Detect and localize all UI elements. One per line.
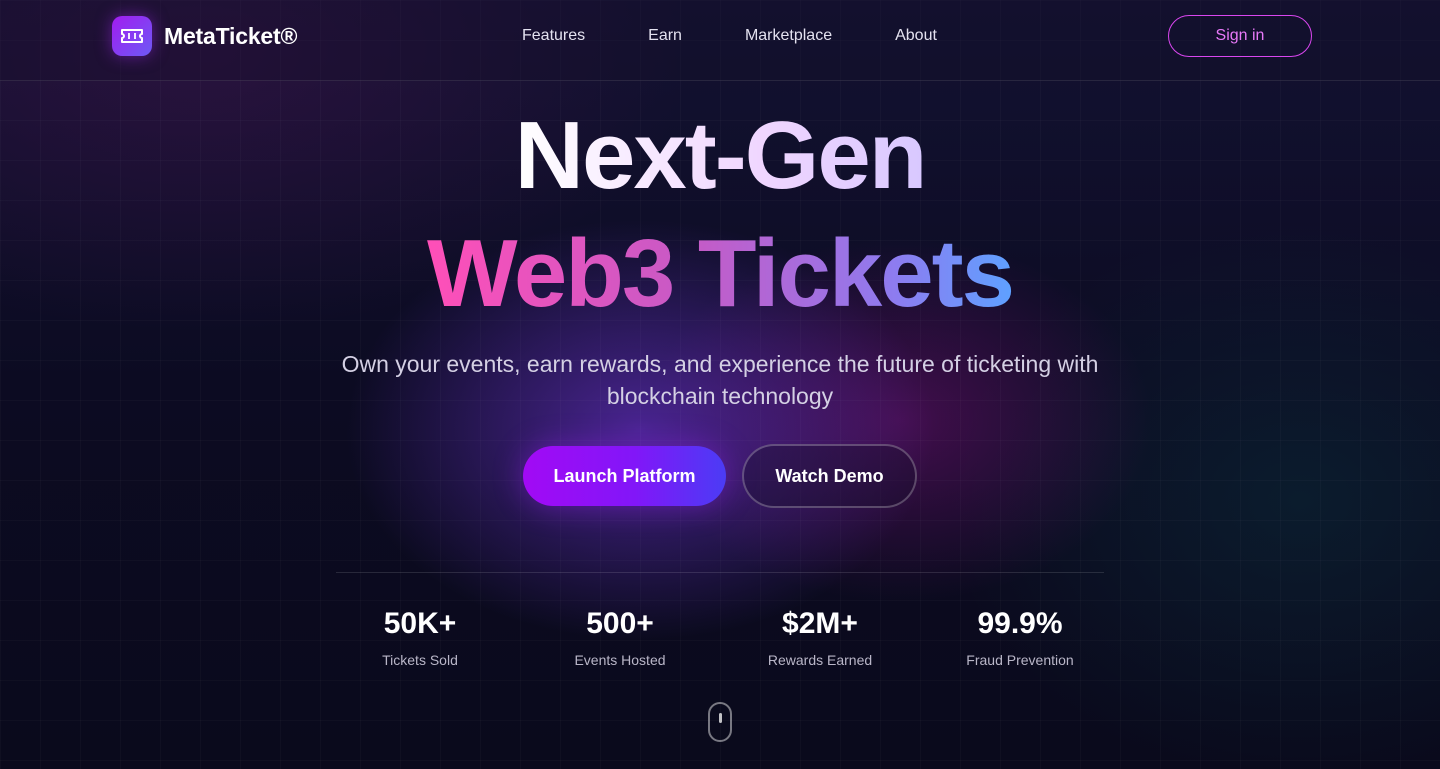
stat-rewards-earned: $2M+ Rewards Earned <box>720 604 920 668</box>
stat-label: Rewards Earned <box>767 652 873 668</box>
nav-item-about[interactable]: About <box>895 24 937 48</box>
stats-divider <box>336 572 1104 573</box>
hero-subtitle: Own your events, earn rewards, and exper… <box>341 351 1099 409</box>
top-navbar: MetaTicket® Features Earn Marketplace Ab… <box>0 0 1440 81</box>
stat-value: $2M+ <box>782 607 858 640</box>
stats-row: 50K+ Tickets Sold 500+ Events Hosted $2M… <box>320 604 1120 668</box>
launch-platform-button[interactable]: Launch Platform <box>523 446 726 506</box>
scroll-wheel <box>719 713 722 723</box>
stat-label: Events Hosted <box>574 652 666 668</box>
stat-value: 99.9% <box>977 607 1063 640</box>
stat-value: 500+ <box>586 607 654 640</box>
nav-item-features[interactable]: Features <box>522 24 585 48</box>
stat-fraud-prevention: 99.9% Fraud Prevention <box>920 604 1120 668</box>
watch-demo-button[interactable]: Watch Demo <box>742 444 917 508</box>
stat-tickets-sold: 50K+ Tickets Sold <box>320 604 520 668</box>
stat-events-hosted: 500+ Events Hosted <box>520 604 720 668</box>
brand-name: MetaTicket® <box>164 22 298 49</box>
stat-label: Fraud Prevention <box>966 652 1074 668</box>
stat-label: Tickets Sold <box>382 652 458 668</box>
nav-item-earn[interactable]: Earn <box>648 24 682 48</box>
main-nav: Features Earn Marketplace About <box>522 24 937 48</box>
nav-item-marketplace[interactable]: Marketplace <box>745 24 832 48</box>
mouse-scroll-icon[interactable] <box>708 702 732 742</box>
hero-title-line2: Web3 Tickets <box>426 220 1015 327</box>
hero-title-line1: Next-Gen <box>514 102 928 209</box>
ticket-icon <box>112 16 152 56</box>
sign-in-button[interactable]: Sign in <box>1168 15 1312 57</box>
brand-logo[interactable]: MetaTicket® <box>112 16 297 56</box>
stat-value: 50K+ <box>383 607 457 640</box>
